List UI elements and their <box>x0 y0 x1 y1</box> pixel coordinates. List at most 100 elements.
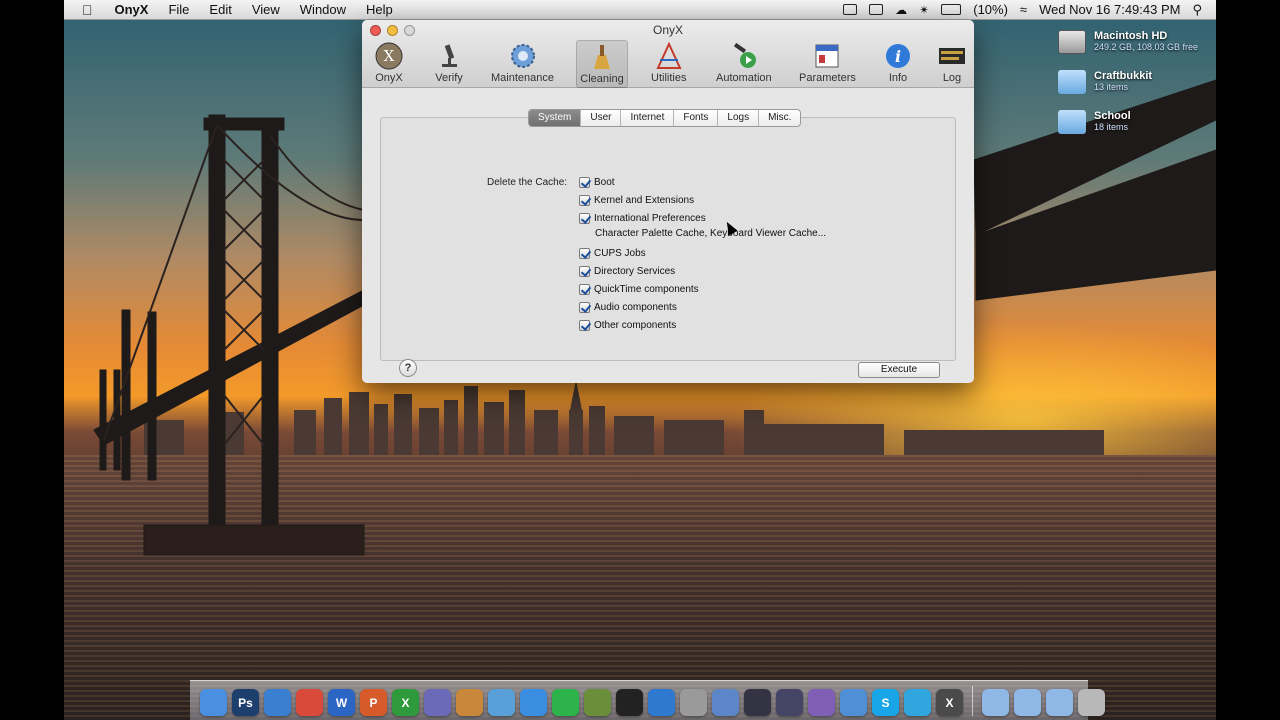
option-label: Audio components <box>594 302 677 313</box>
option-quicktime-components[interactable]: QuickTime components <box>579 284 699 295</box>
screen-sharing-icon[interactable] <box>869 4 884 15</box>
app-menu[interactable]: OnyX <box>105 0 159 20</box>
tab-logs[interactable]: Logs <box>718 110 760 126</box>
toolbar-label: Utilities <box>651 72 687 84</box>
option-cups-jobs[interactable]: CUPS Jobs <box>579 248 646 259</box>
safari-icon[interactable] <box>264 689 291 716</box>
option-audio-components[interactable]: Audio components <box>579 302 677 313</box>
window-titlebar[interactable]: OnyX X OnyX Verify Maintenance Cleaning … <box>362 20 974 88</box>
toolbar-label: Automation <box>716 72 772 84</box>
terminal-icon[interactable] <box>616 689 643 716</box>
itunes-icon[interactable] <box>520 689 547 716</box>
toolbar-utilities[interactable]: Utilities <box>651 42 686 84</box>
cloud-icon[interactable]: ☁ <box>895 3 907 17</box>
checkbox[interactable] <box>579 248 590 259</box>
desktop-item-name: Macintosh HD <box>1094 30 1168 42</box>
skype-icon[interactable]: S <box>872 689 899 716</box>
preview-doc-icon[interactable] <box>712 689 739 716</box>
tab-user[interactable]: User <box>581 110 622 126</box>
photoshop-icon[interactable]: Ps <box>232 689 259 716</box>
toolbar-maintenance[interactable]: Maintenance <box>491 42 554 84</box>
excel-icon[interactable]: X <box>392 689 419 716</box>
option-other-components[interactable]: Other components <box>579 320 676 331</box>
desktop-item-macintosh-hd[interactable]: Macintosh HD 249.2 GB, 108.03 GB free <box>1058 30 1198 54</box>
toolbar-parameters[interactable]: Parameters <box>799 42 856 84</box>
menu-file[interactable]: File <box>158 0 199 20</box>
checkbox[interactable] <box>579 266 590 277</box>
menu-edit[interactable]: Edit <box>199 0 241 20</box>
checkbox[interactable] <box>579 213 590 224</box>
spotify-icon[interactable] <box>552 689 579 716</box>
execute-button[interactable]: Execute <box>858 362 940 378</box>
brush-icon[interactable] <box>424 689 451 716</box>
battery-percent: (10%) <box>973 2 1008 17</box>
tab-internet[interactable]: Internet <box>621 110 675 126</box>
network-icon[interactable] <box>648 689 675 716</box>
option-boot[interactable]: Boot <box>579 177 615 188</box>
tab-system[interactable]: System <box>529 110 582 126</box>
chrome-icon[interactable] <box>296 689 323 716</box>
option-international-preferences[interactable]: International Preferences <box>579 213 706 224</box>
toolbar-log[interactable]: Log <box>938 42 966 84</box>
checkbox[interactable] <box>579 320 590 331</box>
toolbar-verify[interactable]: Verify <box>435 42 463 84</box>
screen-record-icon[interactable] <box>843 4 858 15</box>
utility-icon[interactable] <box>680 689 707 716</box>
menu-bar:  OnyX File Edit View Window Help ☁ ✴ (1… <box>64 0 1216 20</box>
apple-menu-icon[interactable]:  <box>64 0 105 20</box>
desktop-item-school[interactable]: School 18 items <box>1058 110 1131 134</box>
toolbar-label: Log <box>942 72 962 84</box>
twitter-icon[interactable] <box>904 689 931 716</box>
toolbar-automation[interactable]: Automation <box>716 42 772 84</box>
documents-folder-icon[interactable] <box>1014 689 1041 716</box>
delete-cache-label: Delete the Cache: <box>487 177 568 188</box>
minecraft-icon[interactable] <box>584 689 611 716</box>
clapper-icon[interactable] <box>744 689 771 716</box>
powerpoint-icon[interactable]: P <box>360 689 387 716</box>
menu-help[interactable]: Help <box>356 0 403 20</box>
checkbox[interactable] <box>579 177 590 188</box>
onyx-window: OnyX X OnyX Verify Maintenance Cleaning … <box>362 20 974 383</box>
checkbox[interactable] <box>579 284 590 295</box>
folder-icon <box>1058 70 1086 94</box>
desktop-item-craftbukkit[interactable]: Craftbukkit 13 items <box>1058 70 1152 94</box>
battery-icon[interactable] <box>941 4 962 15</box>
tab-fonts[interactable]: Fonts <box>674 110 719 126</box>
toolbar-cleaning[interactable]: Cleaning <box>576 40 628 88</box>
downloads-folder-icon[interactable] <box>1046 689 1073 716</box>
applications-folder-icon[interactable] <box>982 689 1009 716</box>
word-icon[interactable]: W <box>328 689 355 716</box>
clock[interactable]: Wed Nov 16 7:49:43 PM <box>1039 2 1180 17</box>
dock-separator <box>972 686 973 716</box>
finder-icon[interactable] <box>200 689 227 716</box>
toolbar-info[interactable]: i Info <box>884 42 912 84</box>
gear-icon <box>509 42 537 70</box>
spotlight-search-icon[interactable]: ⚲ <box>1192 2 1202 18</box>
onyx-icon[interactable]: X <box>936 689 963 716</box>
menu-window[interactable]: Window <box>290 0 356 20</box>
toolbar-onyx[interactable]: X OnyX <box>375 42 403 84</box>
checkbox[interactable] <box>579 302 590 313</box>
window-toolbar: X OnyX Verify Maintenance Cleaning Utili… <box>362 40 974 88</box>
info-icon: i <box>884 42 912 70</box>
option-kernel-extensions[interactable]: Kernel and Extensions <box>579 195 694 206</box>
option-directory-services[interactable]: Directory Services <box>579 266 675 277</box>
option-label: International Preferences <box>594 213 706 224</box>
option-label: Boot <box>594 177 615 188</box>
option-label: QuickTime components <box>594 284 699 295</box>
photos-icon[interactable] <box>488 689 515 716</box>
video-icon[interactable] <box>776 689 803 716</box>
dvd-icon[interactable] <box>808 689 835 716</box>
wifi-icon[interactable]: ≈ <box>1020 2 1027 17</box>
help-button[interactable]: ? <box>399 359 417 377</box>
system-cache-panel: Delete the Cache: Boot Kernel and Extens… <box>380 117 956 378</box>
microscope-icon <box>435 42 463 70</box>
tab-misc[interactable]: Misc. <box>759 110 800 126</box>
menu-view[interactable]: View <box>242 0 290 20</box>
desktop-item-name: Craftbukkit <box>1094 70 1153 82</box>
checkbox[interactable] <box>579 195 590 206</box>
preview-icon[interactable] <box>456 689 483 716</box>
bluetooth-icon[interactable]: ✴ <box>919 3 929 17</box>
trash-icon[interactable] <box>1078 689 1105 716</box>
messages-icon[interactable] <box>840 689 867 716</box>
